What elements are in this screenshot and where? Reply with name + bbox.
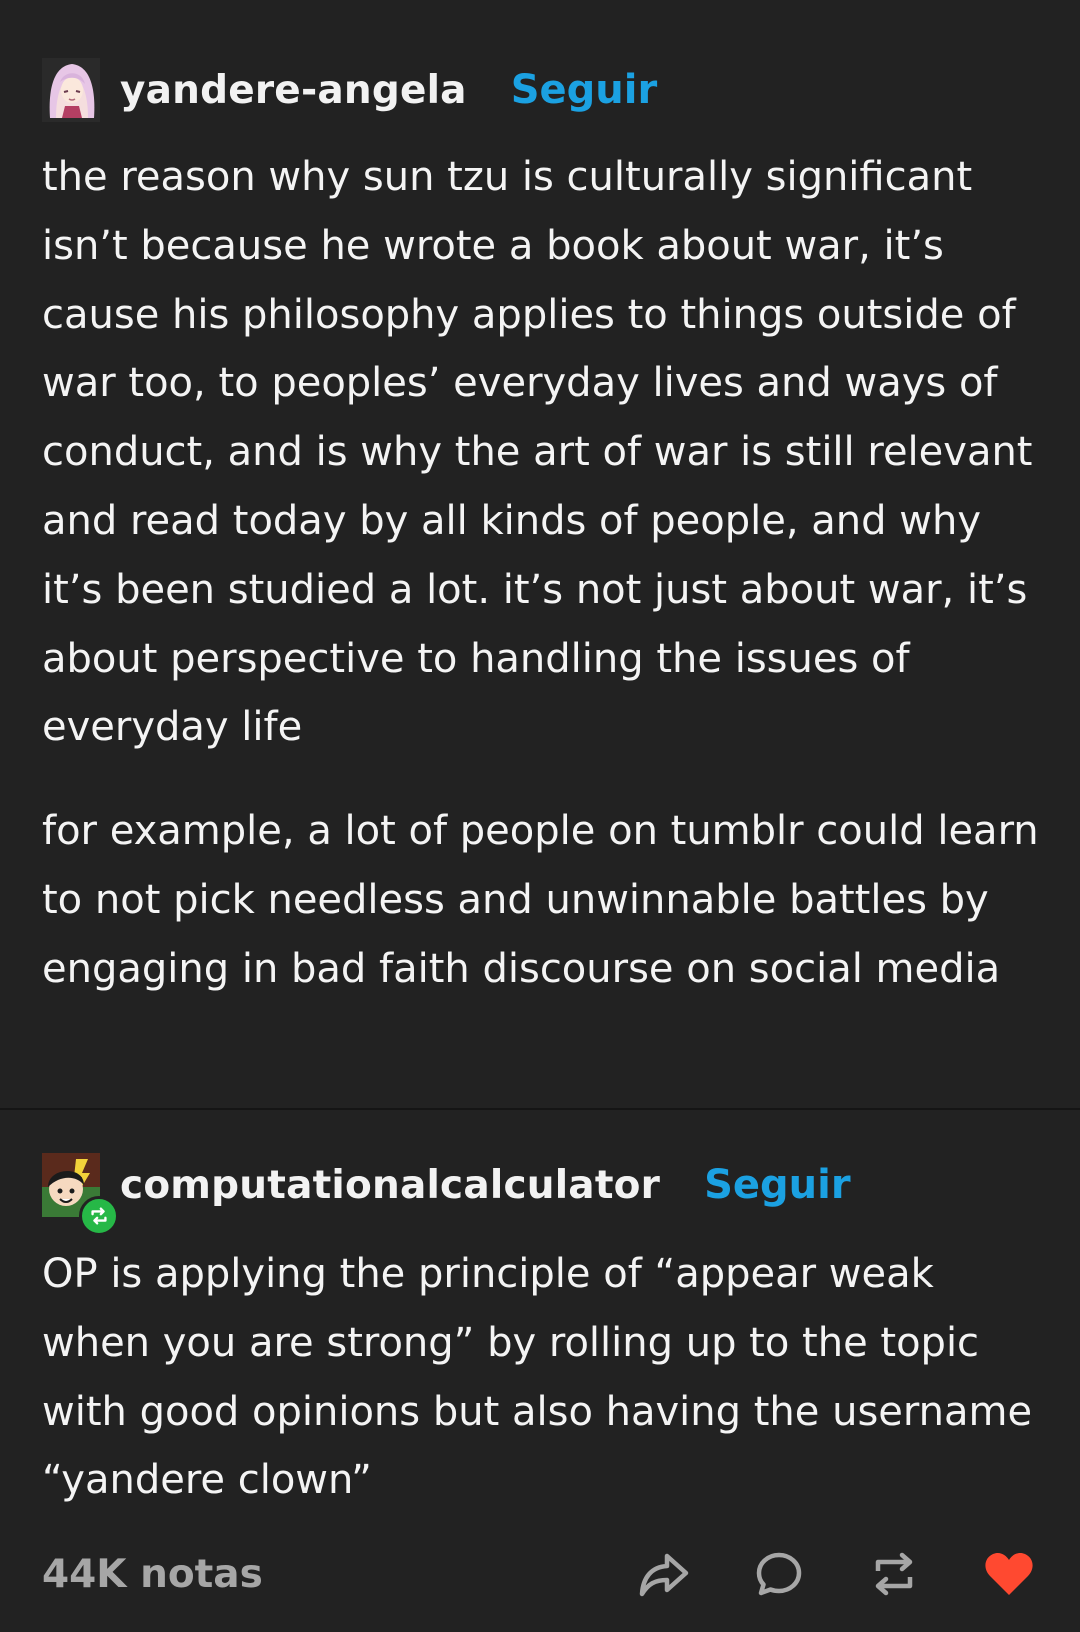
like-icon[interactable] [980,1545,1038,1603]
post-original: yandere-angela Seguir the reason why sun… [0,0,1080,1108]
reblog-paragraph: OP is applying the principle of “appear … [42,1251,1033,1504]
reblog-header: computationalcalculator Seguir [42,1150,851,1236]
username[interactable]: computationalcalculator [120,1163,660,1208]
post-paragraph: the reason why sun tzu is culturally sig… [42,154,1033,751]
share-icon[interactable] [635,1545,693,1603]
username[interactable]: yandere-angela [120,68,467,113]
post-paragraph: for example, a lot of people on tumblr c… [42,808,1039,992]
post-footer: 44K notas [42,1542,1038,1606]
comment-icon[interactable] [750,1545,808,1603]
follow-button[interactable]: Seguir [511,67,657,113]
reblog-icon[interactable] [865,1545,923,1603]
post-header: yandere-angela Seguir [42,55,657,125]
reblog-badge-icon [79,1196,119,1236]
follow-button[interactable]: Seguir [704,1162,850,1208]
notes-count[interactable]: 44K notas [42,1552,578,1597]
cartoon-character-avatar-icon[interactable] [42,1153,119,1236]
anime-girl-avatar-icon[interactable] [42,58,100,122]
